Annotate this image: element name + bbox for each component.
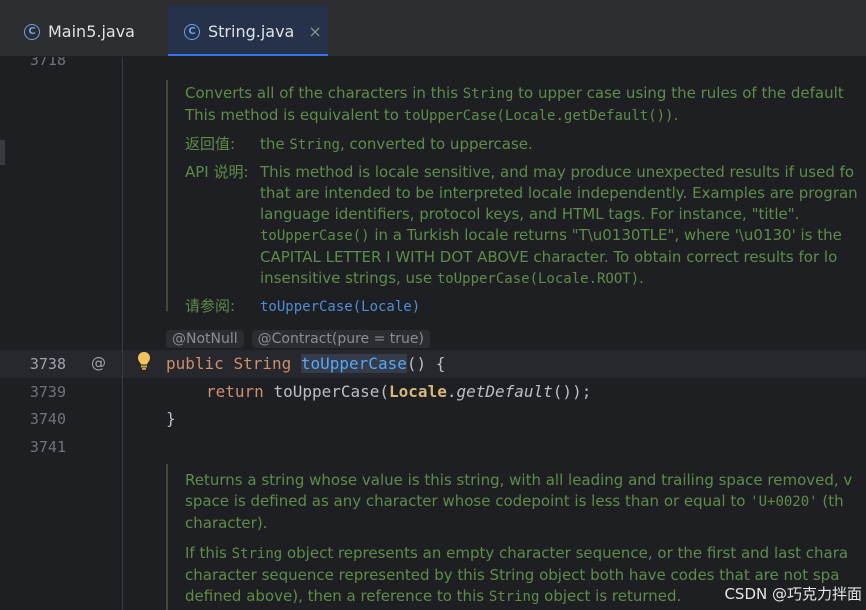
doc-line: that are intended to be interpreted loca… [260, 184, 858, 202]
doc-line: CAPITAL LETTER I WITH DOT ABOVE characte… [260, 248, 838, 266]
line-number: 3739 [29, 383, 66, 401]
annotation-gutter-icon[interactable]: @ [91, 354, 106, 372]
watermark: CSDN @巧克力拌面 [724, 585, 862, 603]
class-icon: C [184, 23, 200, 40]
doc-line: If this String object represents an empt… [185, 544, 849, 562]
doc-api-note: API 说明: This method is locale sensitive, … [185, 163, 855, 181]
tab-label: Main5.java [48, 22, 135, 41]
tab-string-java[interactable]: C String.java × [168, 6, 328, 57]
code-line-3739[interactable]: return toUpperCase(Locale.getDefault()); [206, 382, 591, 401]
inlay-notnull[interactable]: @NotNull [166, 330, 244, 348]
tab-label: String.java [208, 22, 295, 41]
gutter-marker [0, 140, 5, 165]
method-name: toUpperCase [300, 354, 407, 373]
doc-see-also: 请参阅: toUpperCase(Locale) [185, 297, 421, 315]
line-number: 3741 [29, 438, 66, 456]
doc-line: insensitive strings, use toUpperCase(Loc… [260, 269, 644, 287]
javadoc-to-upper-case: Converts all of the characters in this S… [166, 80, 858, 315]
doc-line: character). [185, 514, 268, 532]
code-editor[interactable]: 3718 3738 3739 3740 3741 Converts all of… [0, 57, 866, 610]
doc-line: This method is equivalent to toUpperCase… [185, 106, 679, 124]
doc-line: toUpperCase() in a Turkish locale return… [260, 226, 842, 244]
doc-line: Returns a string whose value is this str… [185, 471, 853, 489]
fold-guide [122, 57, 123, 610]
tab-main5-java[interactable]: C Main5.java [0, 6, 166, 57]
code-line-3740[interactable]: } [166, 409, 176, 428]
doc-returns: 返回值: the String, converted to uppercase. [185, 135, 533, 153]
code-line-3738[interactable]: public String toUpperCase() { [166, 354, 445, 373]
doc-line: language identifiers, protocol keys, and… [260, 205, 800, 223]
doc-line: Converts all of the characters in this S… [185, 84, 844, 102]
line-number: 3740 [29, 410, 66, 428]
see-also-link[interactable]: toUpperCase(Locale) [260, 299, 420, 315]
line-number: 3718 [29, 57, 66, 69]
lightbulb-icon[interactable] [137, 351, 151, 371]
class-icon: C [24, 23, 40, 40]
inlay-contract[interactable]: @Contract(pure = true) [251, 330, 430, 348]
editor-tab-bar: C Main5.java C String.java × [0, 0, 866, 57]
doc-line: space is defined as any character whose … [185, 492, 844, 510]
line-number: 3738 [29, 355, 66, 373]
close-icon[interactable]: × [308, 22, 321, 41]
annotation-inlays: @NotNull @Contract(pure = true) [166, 330, 430, 348]
